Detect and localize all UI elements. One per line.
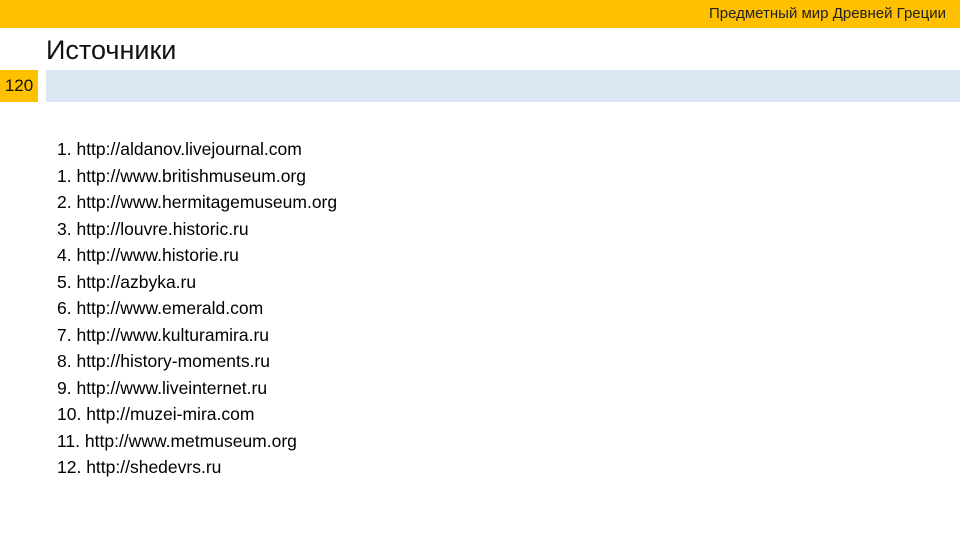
source-item: 1. http://www.britishmuseum.org: [57, 165, 306, 186]
source-item: 9. http://www.liveinternet.ru: [57, 377, 268, 398]
top-header-bar: Предметный мир Древней Греции: [0, 0, 960, 28]
course-title: Предметный мир Древней Греции: [708, 5, 946, 22]
source-item: 1. http://aldanov.livejournal.com: [57, 139, 302, 159]
subtitle-band: [46, 70, 960, 102]
source-item: 6. http://www.emerald.com: [57, 298, 264, 318]
page-title: Источники: [46, 35, 177, 65]
source-item: 4. http://www.historie.ru: [57, 245, 239, 265]
slide-number-badge: 120: [0, 70, 38, 102]
source-item: 2. http://www.hermitagemuseum.org: [57, 192, 338, 212]
source-item: 11. http://www.metmuseum.org: [57, 430, 297, 451]
source-item: 3. http://louvre.historic.ru: [57, 218, 249, 239]
source-item: 7. http://www.kulturamira.ru: [57, 324, 270, 345]
badge-separator: [38, 70, 46, 102]
source-item: 12. http://shedevrs.ru: [57, 457, 222, 477]
source-list: 1. http://aldanov.livejournal.com 1. htt…: [57, 136, 337, 481]
source-item: 8. http://history-moments.ru: [57, 351, 270, 371]
source-item: 10. http://muzei-mira.com: [57, 404, 255, 424]
source-item: 5. http://azbyka.ru: [57, 271, 197, 292]
